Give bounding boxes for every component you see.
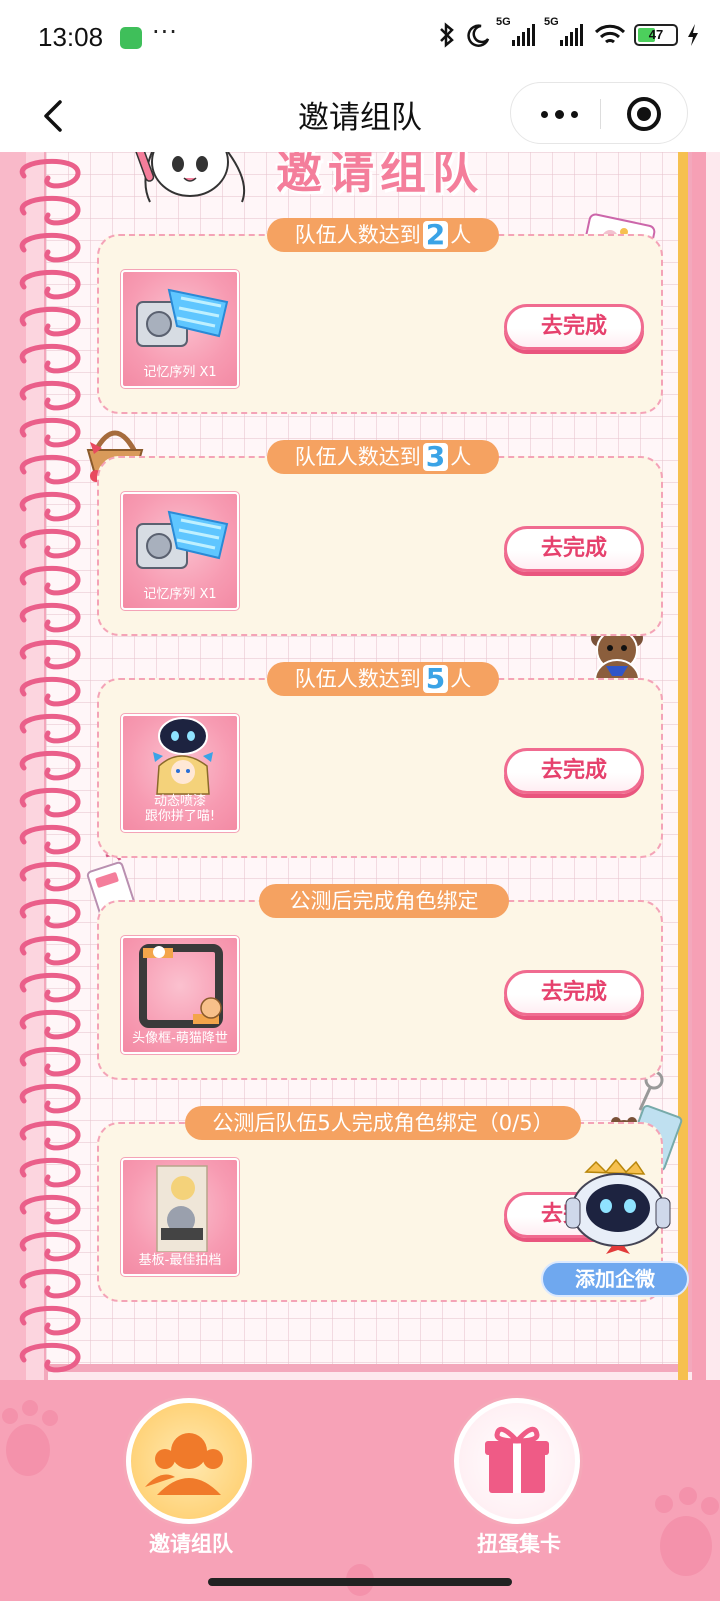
nav-bar: 邀请组队 [0,76,720,152]
capsule-divider [600,99,601,129]
wifi-icon [594,24,626,44]
spiral-ring [19,269,81,300]
paw-pattern-decoration [2,1400,719,1596]
notebook-spiral-rings [19,158,81,1373]
reward-label: 基板-最佳拍档 [138,1253,222,1268]
moon-icon [467,24,490,47]
go-complete-button[interactable]: 去完成 [504,526,644,572]
spiral-ring [19,935,81,966]
spiral-ring [19,1046,81,1077]
spiral-ring [19,824,81,855]
spiral-ring [19,750,81,781]
task-title-pill: 队伍人数达到 3 人 [267,440,499,474]
reward-avatar-frame: 头像框-萌猫降世 [120,935,240,1055]
task-title-pill: 队伍人数达到 2 人 [267,218,499,252]
spiral-ring [19,713,81,744]
task-title-pill: 公测后完成角色绑定 [259,884,509,918]
base-plate-card-icon [156,1165,208,1253]
notebook-stripe-pink [692,152,706,1380]
reward-memory-sequence: 记忆序列 X1 [120,269,240,389]
avatar-frame-icon [139,944,223,1028]
go-complete-button[interactable]: 去完成 [504,970,644,1016]
reward-label: 记忆序列 X1 [143,365,217,380]
reward-label: 头像框-萌猫降世 [132,1031,228,1046]
gacha-tab-circle [454,1398,580,1524]
status-icons: 5G 5G 47 [436,16,700,48]
spray-character-icon [153,717,213,795]
spiral-ring [19,565,81,596]
header-character-art [133,152,246,203]
reward-label: 记忆序列 X1 [143,587,217,602]
task-title-pill: 公测后队伍5人完成角色绑定（0/5） [185,1106,581,1140]
spiral-ring [19,1231,81,1262]
more-notifications-icon: ··· [152,18,178,46]
tab-gacha-cards[interactable]: 扭蛋集卡 [454,1398,584,1588]
spiral-ring [19,195,81,226]
header-banner-title: 邀请组队 [276,152,484,199]
spiral-ring [19,306,81,337]
spiral-ring [19,417,81,448]
close-mini-program-icon[interactable] [627,97,661,131]
spiral-ring [19,1268,81,1299]
bluetooth-icon [440,22,454,48]
spiral-ring [19,343,81,374]
signal-5g-icon: 5G [544,16,586,46]
status-time: 13:08 [38,22,104,52]
spiral-ring [19,1009,81,1040]
app-notification-icon [120,27,142,49]
reward-dynamic-spray: 动态喷漆 跟你拼了喵! [120,713,240,833]
spiral-ring [19,898,81,929]
spiral-ring [19,1157,81,1188]
signal-5g-icon: 5G [496,16,538,46]
spiral-ring [19,1305,81,1336]
tab-label: 邀请组队 [149,1532,233,1556]
spiral-ring [19,1194,81,1225]
tab-invite-team[interactable]: 邀请组队 [126,1398,256,1588]
spiral-ring [19,602,81,633]
go-complete-button[interactable]: 去完成 [504,748,644,794]
spiral-ring [19,454,81,485]
spiral-ring [19,528,81,559]
team-users-icon [145,1433,223,1495]
more-options-icon[interactable] [535,83,585,145]
spiral-ring [19,1342,81,1373]
spiral-ring [19,861,81,892]
memory-chip-icon [136,510,229,569]
battery-icon: 47 [634,24,678,46]
task-card-team-3: 队伍人数达到 3 人 记忆序列 X1 去完成 [97,440,663,636]
gift-box-icon [485,1426,549,1493]
mini-program-capsule [510,82,688,144]
robot-mascot-overlay [565,1158,671,1254]
reward-memory-sequence: 记忆序列 X1 [120,491,240,611]
spiral-ring [19,158,81,189]
spiral-ring [19,676,81,707]
spiral-ring [19,380,81,411]
bottom-tab-bar: 邀请组队 扭蛋集卡 [0,1380,720,1601]
home-indicator[interactable] [208,1578,512,1586]
task-card-team-2: 队伍人数达到 2 人 记忆序列 X1 去完成 [97,218,663,414]
memory-chip-icon [136,288,229,347]
page-content: 邀请组队 队伍人数达到 2 人 记忆序列 X1 去完成 队伍人数达到 3 人 记… [0,152,720,1380]
spiral-ring [19,1120,81,1151]
task-title-pill: 队伍人数达到 5 人 [267,662,499,696]
spiral-ring [19,491,81,522]
spiral-ring [19,232,81,263]
spiral-ring [19,787,81,818]
tab-label: 扭蛋集卡 [477,1532,561,1556]
spiral-ring [19,1083,81,1114]
invite-team-tab-circle [126,1398,252,1524]
go-complete-button[interactable]: 去完成 [504,304,644,350]
reward-label: 动态喷漆 跟你拼了喵! [144,794,216,824]
add-wecom-button[interactable]: 添加企微 [541,1261,689,1297]
spiral-ring [19,972,81,1003]
task-card-bind-role: 公测后完成角色绑定 头像框-萌猫降世 去完成 [97,884,663,1080]
charging-icon [688,24,698,46]
task-card-team-5: 队伍人数达到 5 人 动态喷漆 跟你拼了喵! 去完成 [97,662,663,858]
spiral-ring [19,639,81,670]
status-bar: 13:08 ··· 5G 5G 47 [0,0,720,76]
reward-base-plate: 基板-最佳拍档 [120,1157,240,1277]
